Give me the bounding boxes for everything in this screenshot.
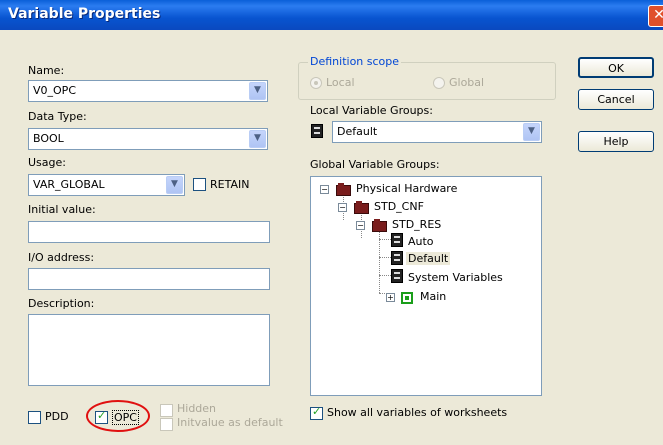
tree-connector	[379, 257, 391, 258]
tree-connector	[379, 239, 391, 240]
description-textarea[interactable]	[28, 314, 270, 386]
show-all-checkbox[interactable]: ✓	[310, 405, 323, 420]
local-groups-combo[interactable]: Default ▼	[332, 121, 542, 143]
ok-button-label: OK	[608, 62, 624, 75]
tree-item-physical-hardware[interactable]: Physical Hardware	[356, 182, 457, 195]
collapse-icon[interactable]: −	[338, 203, 347, 212]
collapse-icon[interactable]: −	[356, 221, 365, 230]
cancel-button[interactable]: Cancel	[578, 89, 654, 110]
variable-properties-dialog: Variable Properties ✕ Name: V0_OPC ▼ Dat…	[0, 0, 663, 445]
chevron-down-icon[interactable]: ▼	[249, 82, 266, 100]
variable-group-icon	[391, 269, 403, 283]
local-groups-label: Local Variable Groups:	[310, 104, 433, 117]
window-title: Variable Properties	[8, 6, 161, 22]
description-label: Description:	[28, 297, 95, 310]
local-groups-value: Default	[337, 125, 378, 138]
data-type-value: BOOL	[33, 132, 64, 145]
collapse-icon[interactable]: −	[320, 185, 329, 194]
usage-value: VAR_GLOBAL	[33, 178, 105, 191]
global-groups-label: Global Variable Groups:	[310, 158, 440, 171]
tree-item-std-res[interactable]: STD_RES	[392, 218, 441, 231]
close-button[interactable]: ✕	[648, 5, 663, 27]
title-bar: Variable Properties ✕	[0, 0, 663, 30]
variable-group-icon	[391, 233, 403, 247]
usage-combo[interactable]: VAR_GLOBAL ▼	[28, 174, 185, 196]
initvalue-default-label: Initvalue as default	[177, 416, 283, 429]
tree-item-std-cnf[interactable]: STD_CNF	[374, 200, 424, 213]
initvalue-default-checkbox[interactable]	[160, 418, 173, 431]
global-groups-tree[interactable]: − Physical Hardware − STD_CNF − STD_RES …	[310, 176, 542, 396]
help-button-label: Help	[603, 135, 629, 148]
check-icon: ✓	[312, 405, 322, 418]
folder-icon	[354, 201, 369, 214]
io-address-label: I/O address:	[28, 251, 95, 264]
tree-item-system-variables[interactable]: System Variables	[408, 271, 503, 284]
local-radio[interactable]	[310, 77, 322, 89]
definition-scope-title: Definition scope	[308, 55, 402, 68]
global-label: Global	[449, 76, 485, 89]
retain-label: RETAIN	[210, 178, 250, 191]
initial-value-label: Initial value:	[28, 203, 96, 216]
name-value: V0_OPC	[33, 84, 76, 97]
name-combo[interactable]: V0_OPC ▼	[28, 80, 268, 102]
help-button[interactable]: Help	[578, 131, 654, 152]
global-radio[interactable]	[433, 77, 445, 89]
folder-icon	[372, 219, 387, 232]
data-type-combo[interactable]: BOOL ▼	[28, 128, 268, 150]
chevron-down-icon[interactable]: ▼	[166, 176, 183, 194]
tree-connector	[379, 231, 380, 293]
close-icon: ✕	[653, 7, 663, 23]
hidden-label: Hidden	[177, 402, 217, 415]
pdd-checkbox[interactable]	[28, 411, 41, 424]
tree-item-auto[interactable]: Auto	[408, 235, 434, 248]
tree-item-main[interactable]: Main	[420, 290, 446, 303]
highlight-ellipse	[86, 400, 150, 432]
data-type-label: Data Type:	[28, 110, 87, 123]
chevron-down-icon[interactable]: ▼	[249, 130, 266, 148]
show-all-label: Show all variables of worksheets	[327, 406, 508, 419]
tree-connector	[379, 275, 391, 276]
usage-label: Usage:	[28, 156, 66, 169]
chevron-down-icon[interactable]: ▼	[523, 123, 540, 141]
name-label: Name:	[28, 64, 65, 77]
ok-button[interactable]: OK	[578, 57, 654, 78]
local-label: Local	[326, 76, 355, 89]
retain-checkbox[interactable]	[193, 178, 206, 191]
program-icon	[401, 292, 413, 304]
cancel-button-label: Cancel	[597, 93, 635, 106]
hidden-checkbox[interactable]	[160, 404, 173, 417]
variable-group-icon	[311, 124, 323, 138]
initial-value-input[interactable]	[28, 221, 270, 243]
io-address-input[interactable]	[28, 268, 270, 290]
variable-group-icon	[391, 251, 403, 265]
pdd-label: PDD	[45, 410, 69, 423]
expand-icon[interactable]: +	[386, 293, 395, 302]
folder-icon	[336, 183, 351, 196]
tree-item-default[interactable]: Default	[406, 252, 451, 265]
